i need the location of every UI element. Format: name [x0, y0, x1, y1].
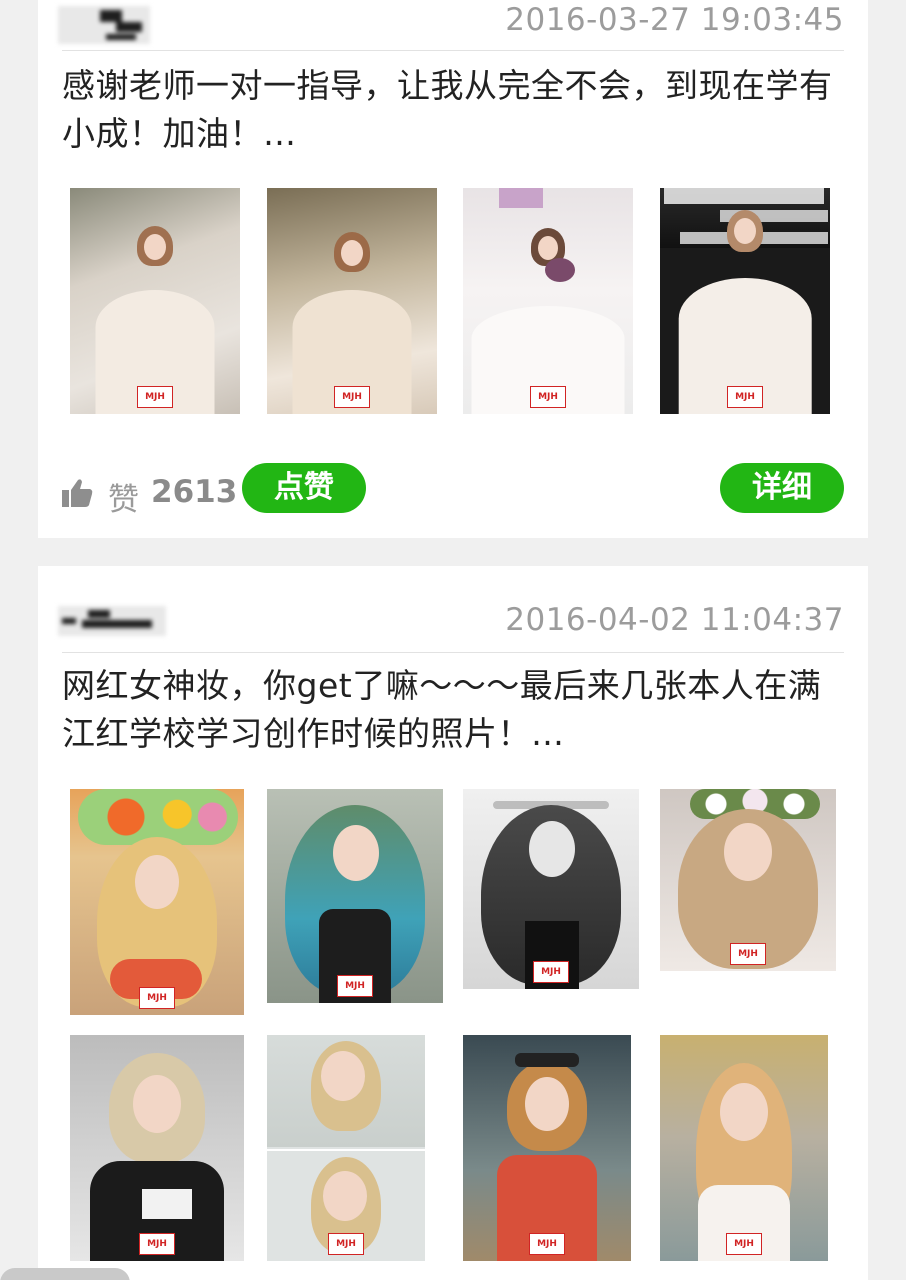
post-card: 2016-03-27 19:03:45 感谢老师一对一指导，让我从完全不会，到现…	[38, 0, 868, 538]
post-timestamp: 2016-04-02 11:04:37	[505, 602, 844, 638]
watermark-logo: MJH	[727, 386, 763, 408]
post-card: 2016-04-02 11:04:37 网红女神妆，你get了嘛～～～最后来几张…	[38, 566, 868, 1280]
username-blurred	[58, 6, 150, 44]
watermark-logo: MJH	[334, 386, 370, 408]
watermark-logo: MJH	[137, 386, 173, 408]
thumbs-up-icon	[62, 479, 93, 507]
watermark-logo: MJH	[139, 1233, 175, 1255]
watermark-logo: MJH	[529, 1233, 565, 1255]
post-photo[interactable]: MJH	[463, 789, 639, 989]
post-photo[interactable]: MJH	[463, 188, 633, 414]
post-photo[interactable]: MJH	[70, 789, 244, 1015]
watermark-logo: MJH	[139, 987, 175, 1009]
username-blurred	[58, 606, 166, 636]
post-photo[interactable]: MJH	[660, 789, 836, 971]
likes-count: 2613	[151, 474, 238, 510]
watermark-logo: MJH	[530, 386, 566, 408]
post-photo[interactable]: MJH	[267, 188, 437, 414]
scroll-indicator	[0, 1268, 130, 1280]
watermark-logo: MJH	[337, 975, 373, 997]
likes-label: 赞	[108, 482, 139, 518]
post-photo[interactable]: MJH	[70, 188, 240, 414]
watermark-logo: MJH	[328, 1233, 364, 1255]
post-text[interactable]: 网红女神妆，你get了嘛～～～最后来几张本人在满江红学校学习创作时候的照片！…	[62, 662, 852, 758]
post-photo[interactable]: MJH	[463, 1035, 631, 1261]
post-photo[interactable]: MJH	[660, 188, 830, 414]
divider	[62, 652, 844, 653]
like-button[interactable]: 点赞	[242, 463, 366, 513]
post-photo[interactable]: MJH	[660, 1035, 828, 1261]
detail-button[interactable]: 详细	[720, 463, 844, 513]
post-photo[interactable]: MJH	[70, 1035, 244, 1261]
post-text[interactable]: 感谢老师一对一指导，让我从完全不会，到现在学有小成！加油！…	[62, 62, 852, 158]
post-timestamp: 2016-03-27 19:03:45	[505, 2, 844, 38]
divider	[62, 50, 844, 51]
post-photo[interactable]: MJH	[267, 1035, 425, 1261]
watermark-logo: MJH	[533, 961, 569, 983]
watermark-logo: MJH	[726, 1233, 762, 1255]
watermark-logo: MJH	[730, 943, 766, 965]
post-photo[interactable]: MJH	[267, 789, 443, 1003]
